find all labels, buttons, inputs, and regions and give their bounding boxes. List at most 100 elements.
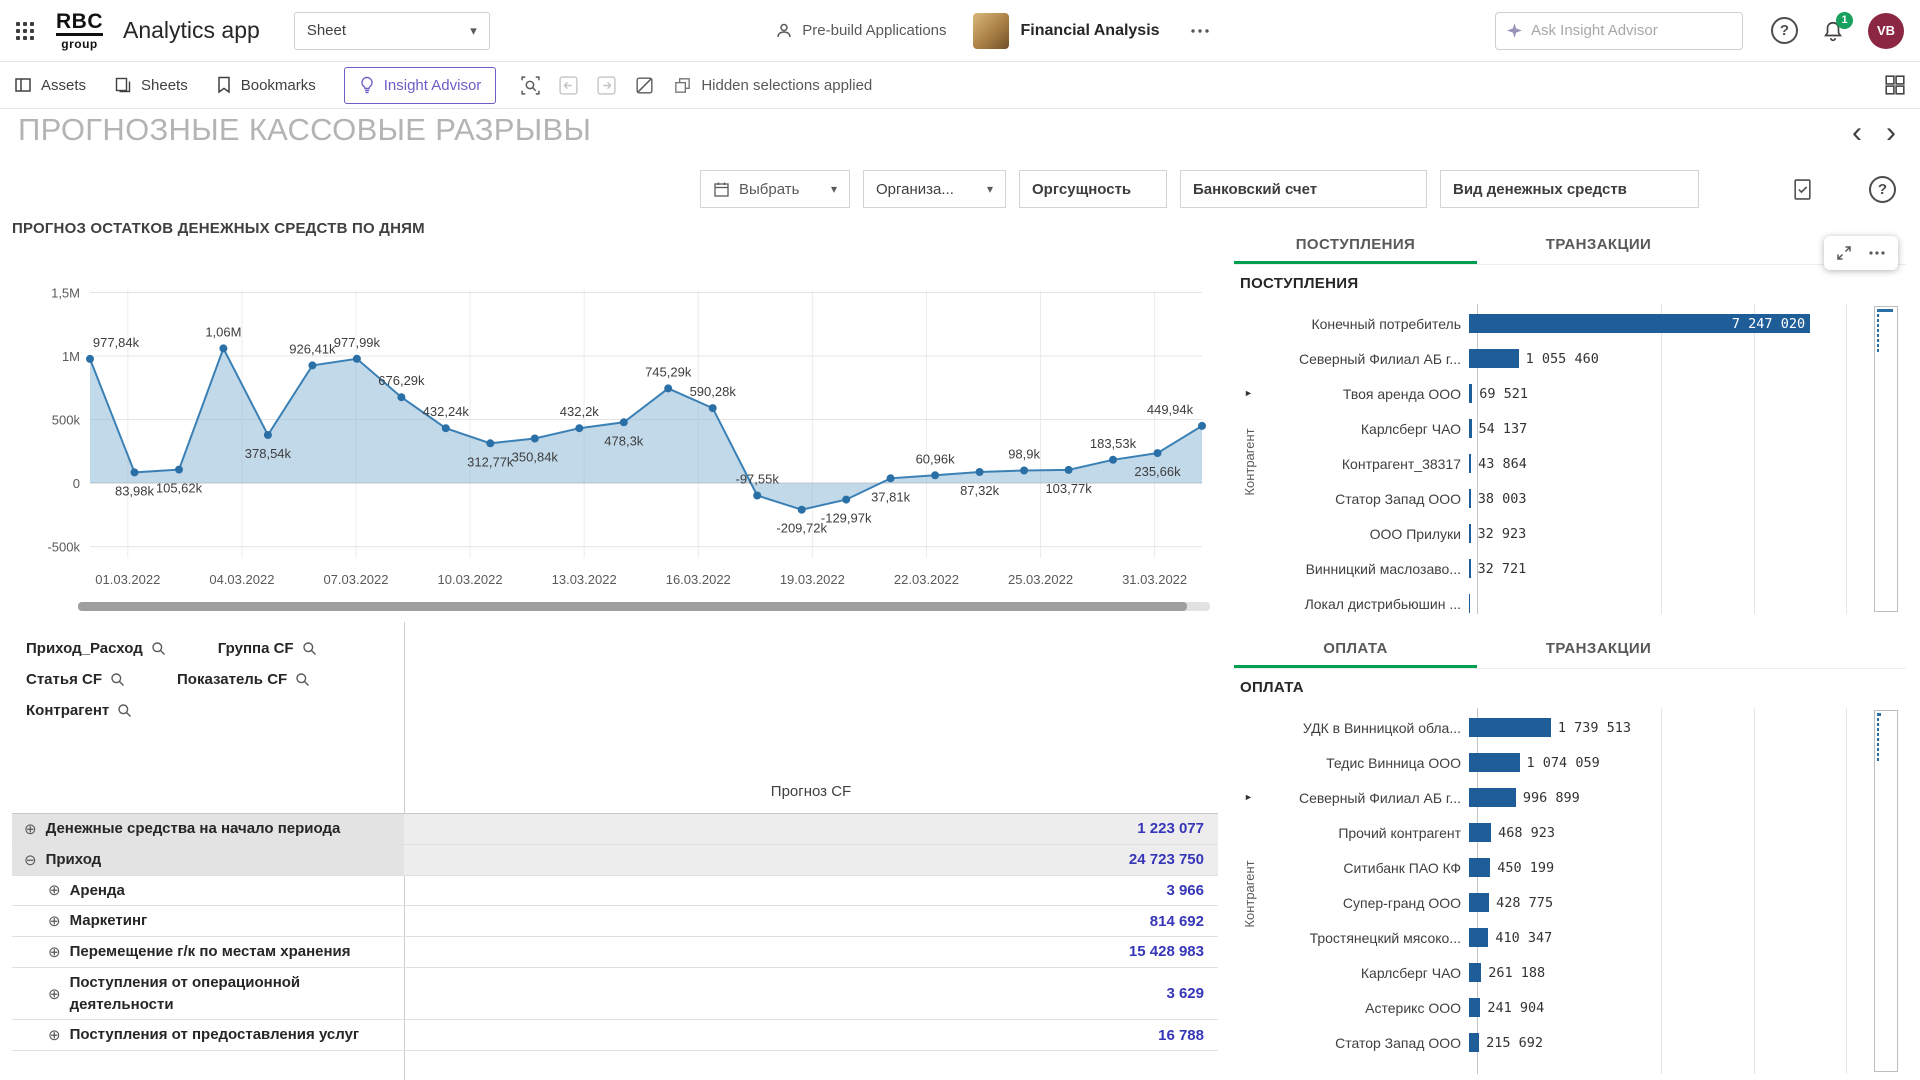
collapse-arrow-icon[interactable]: ►	[1244, 792, 1253, 802]
bar-row[interactable]: Твоя аренда ООО69 521	[1264, 376, 1868, 411]
step-back-icon[interactable]	[558, 75, 579, 96]
clear-selections-icon[interactable]	[634, 75, 655, 96]
more-options-icon[interactable]	[1868, 250, 1886, 256]
chart-mini-scrollbar[interactable]	[1874, 306, 1898, 612]
org-entity-filter[interactable]: Оргсущность	[1019, 170, 1167, 208]
bar-row[interactable]: Супер-гранд ООО428 775	[1264, 885, 1868, 920]
svg-text:235,66k: 235,66k	[1134, 464, 1181, 479]
chart-mini-scrollbar[interactable]	[1874, 710, 1898, 1072]
scrollbar-thumb[interactable]	[78, 602, 1187, 611]
bar-row[interactable]: Карлсберг ЧАО54 137	[1264, 411, 1868, 446]
sheet-actions: ?	[1792, 176, 1896, 203]
more-options-icon[interactable]	[1190, 28, 1210, 34]
expand-icon[interactable]	[1836, 245, 1852, 261]
filter-label: Оргсущность	[1032, 181, 1131, 198]
layout-grid-icon[interactable]	[1884, 74, 1906, 96]
svg-text:1,06M: 1,06M	[205, 324, 241, 339]
bar-row[interactable]: Северный Филиал АБ г...1 055 460	[1264, 341, 1868, 376]
insight-advisor-button[interactable]: Insight Advisor	[344, 67, 497, 104]
collapse-icon[interactable]: ⊖	[24, 851, 37, 869]
expand-icon[interactable]: ⊕	[48, 881, 61, 899]
dimension-search-chip[interactable]: Статья CF	[26, 671, 125, 688]
notification-badge: 1	[1836, 12, 1853, 29]
pivot-value: 15 428 983	[404, 937, 1218, 967]
current-app[interactable]: Financial Analysis	[973, 13, 1160, 49]
expand-icon[interactable]: ⊕	[48, 985, 61, 1003]
pivot-row[interactable]: ⊖Приход24 723 750	[12, 845, 1218, 876]
logo-text: RBC	[56, 11, 103, 36]
sheet-selector[interactable]: Sheet ▾	[294, 12, 490, 50]
bar-row[interactable]: Винницкий маслозаво...32 721	[1264, 551, 1868, 586]
pivot-row[interactable]: ⊕Маркетинг814 692	[12, 906, 1218, 937]
pivot-row[interactable]: ⊕Перемещение г/к по местам хранения15 42…	[12, 937, 1218, 968]
pivot-row[interactable]: ⊕Поступления от предоставления услуг16 7…	[12, 1020, 1218, 1051]
expand-icon[interactable]: ⊕	[48, 1026, 61, 1044]
date-filter[interactable]: Выбрать ▾	[700, 170, 850, 208]
bar-row[interactable]: ООО Прилуки32 923	[1264, 516, 1868, 551]
bar-row[interactable]: Статор Запад ООО215 692	[1264, 1025, 1868, 1060]
search-icon	[117, 703, 132, 718]
bank-account-filter[interactable]: Банковский счет	[1180, 170, 1427, 208]
expand-icon[interactable]: ⊕	[48, 943, 61, 961]
bar-row[interactable]: Контрагент_3831743 864	[1264, 446, 1868, 481]
bar-row[interactable]: Ситибанк ПАО КФ450 199	[1264, 850, 1868, 885]
svg-text:312,77k: 312,77k	[467, 454, 514, 469]
app-launcher-button[interactable]	[16, 22, 34, 40]
object-toolbar: Assets Sheets Bookmarks Insight Advisor …	[0, 62, 1920, 109]
svg-text:103,77k: 103,77k	[1045, 481, 1092, 496]
tab-payments[interactable]: ОПЛАТА	[1234, 632, 1477, 668]
insight-advisor-search[interactable]	[1495, 12, 1743, 50]
dimension-search-chip[interactable]: Показатель CF	[177, 671, 310, 688]
bar-row[interactable]: Тедис Винница ООО1 074 059	[1264, 745, 1868, 780]
step-forward-icon[interactable]	[596, 75, 617, 96]
tab-transactions[interactable]: ТРАНЗАКЦИИ	[1477, 228, 1720, 264]
notes-icon[interactable]	[1792, 178, 1813, 201]
bar-row[interactable]: Карлсберг ЧАО261 188	[1264, 955, 1868, 990]
bar-row[interactable]: Локал дистрибьюшин ...	[1264, 586, 1868, 621]
chart-horizontal-scrollbar[interactable]	[78, 602, 1210, 611]
cash-forecast-plot[interactable]: 01.03.202204.03.202207.03.202210.03.2022…	[12, 248, 1218, 592]
bookmarks-button[interactable]: Bookmarks	[216, 76, 316, 94]
bar-row[interactable]: Северный Филиал АБ г...996 899	[1264, 780, 1868, 815]
prebuild-applications-link[interactable]: Pre-build Applications	[775, 22, 946, 40]
avatar[interactable]: VB	[1868, 13, 1904, 49]
tab-transactions[interactable]: ТРАНЗАКЦИИ	[1477, 632, 1720, 668]
svg-text:745,29k: 745,29k	[645, 364, 692, 379]
dimension-search-chip[interactable]: Контрагент	[26, 702, 132, 719]
pivot-value: 3 629	[404, 968, 1218, 1020]
bar-row[interactable]: УДК в Винницкой обла...1 739 513	[1264, 710, 1868, 745]
svg-text:87,32k: 87,32k	[960, 483, 1000, 498]
organization-filter[interactable]: Организа... ▾	[863, 170, 1006, 208]
bar-row[interactable]: Конечный потребитель7 247 020	[1264, 306, 1868, 341]
pivot-row[interactable]: ⊕Денежные средства на начало периода1 22…	[12, 814, 1218, 845]
sheets-button[interactable]: Sheets	[114, 76, 188, 94]
bar-row[interactable]: Прочий контрагент468 923	[1264, 815, 1868, 850]
assets-button[interactable]: Assets	[14, 76, 86, 94]
pivot-column-header: Прогноз CF	[404, 770, 1218, 813]
payments-bar-chart: УДК в Винницкой обла...1 739 513Тедис Ви…	[1264, 708, 1868, 1080]
tab-receipts[interactable]: ПОСТУПЛЕНИЯ	[1234, 228, 1477, 264]
selections-search-icon[interactable]	[520, 75, 541, 96]
pivot-row[interactable]: ⊕Поступления от операционной деятельност…	[12, 968, 1218, 1021]
expand-icon[interactable]: ⊕	[24, 820, 37, 838]
expand-icon[interactable]: ⊕	[48, 912, 61, 930]
next-sheet-icon[interactable]: ›	[1886, 118, 1896, 148]
pivot-row[interactable]: ⊕Аренда3 966	[12, 876, 1218, 907]
bar-row[interactable]: Астерикс ООО241 904	[1264, 990, 1868, 1025]
chevron-down-icon: ▾	[987, 182, 993, 196]
cash-type-filter[interactable]: Вид денежных средств	[1440, 170, 1699, 208]
prev-sheet-icon[interactable]: ‹	[1852, 118, 1862, 148]
svg-text:83,98k: 83,98k	[115, 483, 155, 498]
svg-text:478,3k: 478,3k	[604, 433, 644, 448]
search-input[interactable]	[1531, 22, 1732, 39]
dimension-search-chip[interactable]: Группа CF	[218, 640, 317, 657]
help-icon[interactable]: ?	[1869, 176, 1896, 203]
notifications-button[interactable]: 1	[1822, 20, 1844, 42]
bar-row[interactable]: Статор Запад ООО38 003	[1264, 481, 1868, 516]
help-icon[interactable]: ?	[1771, 17, 1798, 44]
receipts-panel: ПОСТУПЛЕНИЯТРАНЗАКЦИИ ПОСТУПЛЕНИЯ ► Конт…	[1234, 228, 1906, 620]
hidden-selections-label: Hidden selections applied	[701, 77, 872, 94]
bar-row[interactable]: Тростянецкий мясоко...410 347	[1264, 920, 1868, 955]
collapse-arrow-icon[interactable]: ►	[1244, 388, 1253, 398]
dimension-search-chip[interactable]: Приход_Расход	[26, 640, 166, 657]
